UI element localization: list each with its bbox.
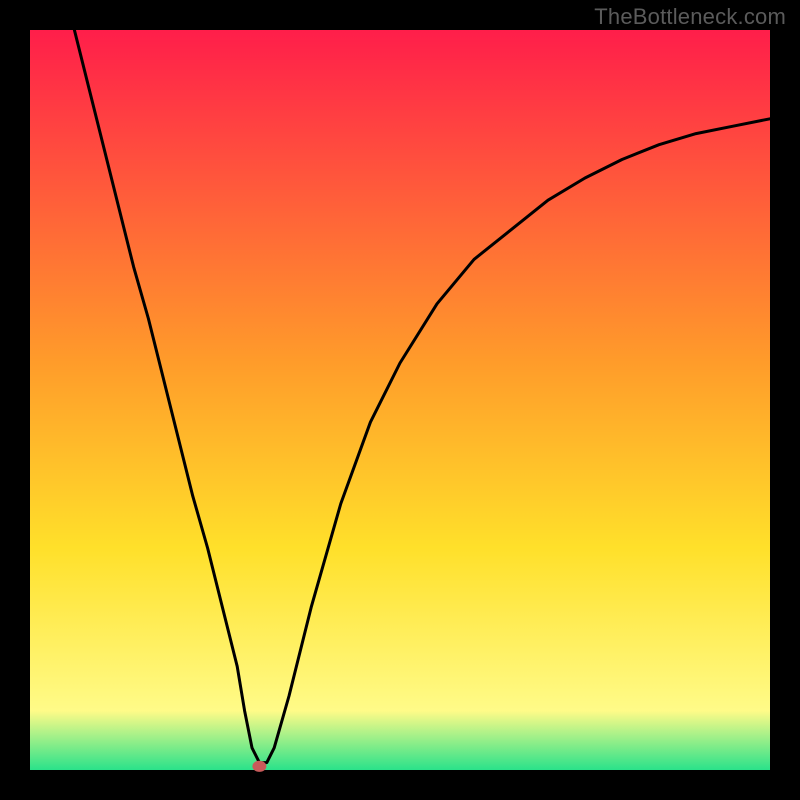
bottleneck-chart	[0, 0, 800, 800]
chart-background	[30, 30, 770, 770]
chart-container: { "watermark": "TheBottleneck.com", "cha…	[0, 0, 800, 800]
optimum-marker	[252, 761, 266, 772]
watermark-text: TheBottleneck.com	[594, 4, 786, 30]
